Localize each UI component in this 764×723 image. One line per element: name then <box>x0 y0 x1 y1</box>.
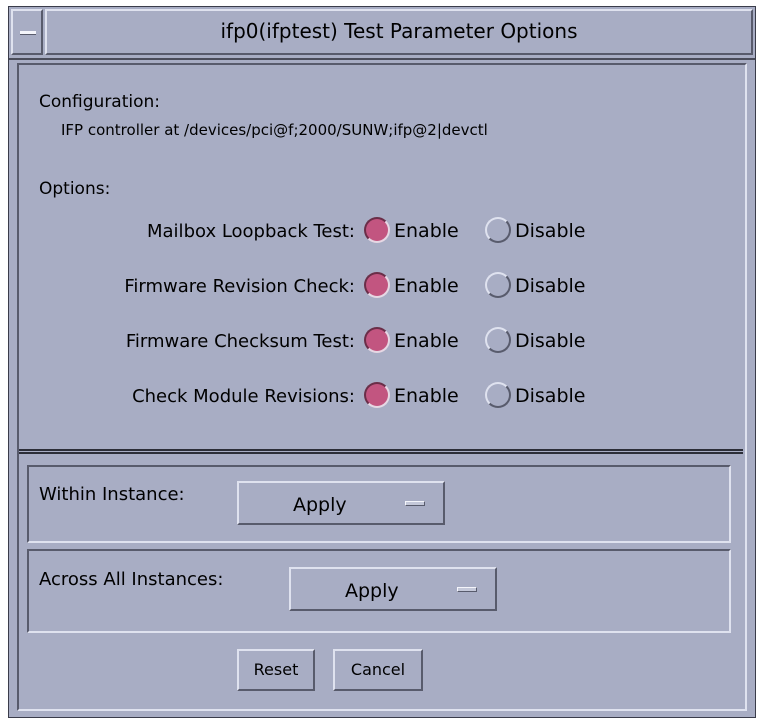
within-instance-value: Apply <box>293 494 347 516</box>
window-title: ifp0(ifptest) Test Parameter Options <box>220 19 578 43</box>
option-menu-indicator-icon <box>405 501 425 506</box>
radio-label: Disable <box>515 275 586 297</box>
within-instance-option-menu[interactable]: Apply <box>237 481 445 525</box>
reset-button[interactable]: Reset <box>237 649 315 691</box>
option-label: Firmware Revision Check: <box>124 276 355 297</box>
window-menu-icon <box>20 31 36 35</box>
configuration-value: IFP controller at /devices/pci@f;2000/SU… <box>61 121 488 139</box>
title-area[interactable]: ifp0(ifptest) Test Parameter Options <box>45 9 753 55</box>
radio-label: Disable <box>515 220 586 242</box>
radio-label: Enable <box>394 275 459 297</box>
within-instance-label: Within Instance: <box>39 484 185 505</box>
radio-unselected-indicator <box>485 382 511 408</box>
across-instances-option-menu[interactable]: Apply <box>289 567 497 611</box>
dialog-window: ifp0(ifptest) Test Parameter Options Con… <box>8 6 756 718</box>
configuration-heading: Configuration: <box>39 92 161 112</box>
radio-selected-indicator <box>364 272 390 298</box>
radio-unselected-indicator <box>485 217 511 243</box>
radio-label: Enable <box>394 385 459 407</box>
cancel-button[interactable]: Cancel <box>333 649 423 691</box>
radio-label: Enable <box>394 330 459 352</box>
dialog-content: Configuration: IFP controller at /device… <box>17 63 747 711</box>
within-instance-group: Within Instance: Apply <box>27 465 731 543</box>
option-label: Check Module Revisions: <box>132 386 355 407</box>
option-row-check-module-revisions: Check Module Revisions: Enable Disable <box>19 380 739 412</box>
option-menu-indicator-icon <box>457 587 477 592</box>
options-heading: Options: <box>39 179 111 199</box>
option-row-firmware-revision: Firmware Revision Check: Enable Disable <box>19 270 739 302</box>
radio-selected-indicator <box>364 382 390 408</box>
option-label: Mailbox Loopback Test: <box>147 221 355 242</box>
radio-label: Enable <box>394 220 459 242</box>
radio-unselected-indicator <box>485 272 511 298</box>
across-instances-label: Across All Instances: <box>39 569 224 590</box>
across-instances-value: Apply <box>345 580 399 602</box>
radio-selected-indicator <box>364 327 390 353</box>
option-row-firmware-checksum: Firmware Checksum Test: Enable Disable <box>19 325 739 357</box>
window-menu-button[interactable] <box>11 9 43 55</box>
option-row-mailbox-loopback: Mailbox Loopback Test: Enable Disable <box>19 215 739 247</box>
radio-label: Disable <box>515 385 586 407</box>
title-bar: ifp0(ifptest) Test Parameter Options <box>9 7 755 60</box>
separator <box>19 449 743 454</box>
radio-unselected-indicator <box>485 327 511 353</box>
across-instances-group: Across All Instances: Apply <box>27 549 731 633</box>
radio-label: Disable <box>515 330 586 352</box>
option-label: Firmware Checksum Test: <box>125 331 355 352</box>
radio-selected-indicator <box>364 217 390 243</box>
